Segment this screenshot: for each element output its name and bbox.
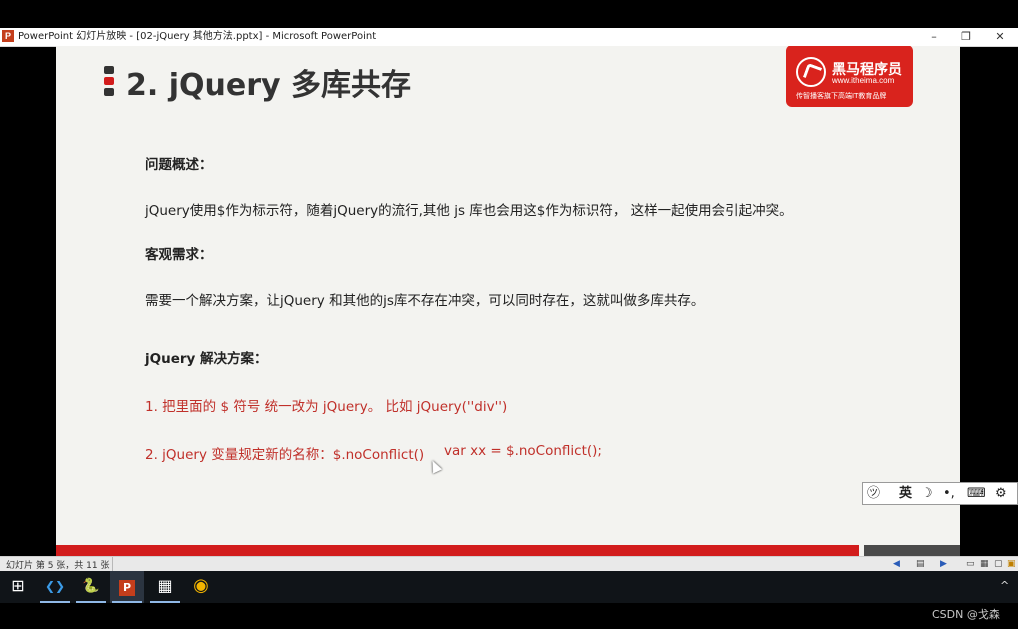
horse-logo-icon	[796, 57, 826, 87]
tray-overflow-icon[interactable]: ^	[1000, 579, 1009, 592]
powerpoint-app-icon: P	[2, 30, 14, 42]
window-title: PowerPoint 幻灯片放映 - [02-jQuery 其他方法.pptx]…	[18, 31, 377, 42]
problem-text: jQuery使用$作为标示符，随着jQuery的流行,其他 js 库也会用这$作…	[145, 203, 793, 219]
restore-button[interactable]: ❐	[952, 29, 980, 45]
need-text: 需要一个解决方案，让jQuery 和其他的js库不存在冲突，可以同时存在，这就叫…	[145, 293, 705, 309]
powerpoint-icon[interactable]: P	[110, 571, 144, 603]
vscode-glyph: ❮❯	[44, 579, 66, 593]
title-bullet-icon	[104, 66, 114, 100]
app-icon[interactable]: ▦	[148, 571, 182, 603]
slide-footer-gray-bar	[864, 545, 960, 556]
mouse-cursor-icon	[427, 458, 443, 474]
previous-slide-icon[interactable]: ◀	[893, 559, 900, 570]
status-bar: 幻灯片 第 5 张，共 11 张 ◀ ▤ ▶ ▭ ▦ ▢ ▣	[0, 556, 1018, 572]
solution-heading: jQuery 解决方案：	[145, 351, 268, 367]
reading-view-icon[interactable]: ▢	[994, 559, 1003, 570]
slide-menu-icon[interactable]: ▤	[916, 559, 925, 570]
ime-halfwidth-icon[interactable]: ☽	[921, 485, 933, 502]
powerpoint-glyph: P	[119, 580, 135, 596]
slide[interactable]: 2. jQuery 多库共存 黑马程序员 www.itheima.com 传智播…	[56, 46, 960, 556]
solution-2: 2. jQuery 变量规定新的名称：$.noConflict()	[145, 447, 425, 463]
minimize-button[interactable]: –	[920, 29, 948, 45]
next-slide-icon[interactable]: ▶	[940, 559, 947, 570]
ime-toolbar[interactable]: ㋡ 英 ☽ •, ⌨ ⚙	[862, 482, 1018, 505]
normal-view-icon[interactable]: ▭	[966, 559, 975, 570]
itheima-logo: 黑马程序员 www.itheima.com 传智播客旗下高端IT教育品牌	[786, 46, 913, 107]
slide-title: 2. jQuery 多库共存	[126, 68, 411, 103]
taskbar: ⊞ ❮❯ 🐍 P ▦ ◉ ^	[0, 571, 1018, 603]
vscode-icon[interactable]: ❮❯	[38, 571, 72, 603]
python-glyph: 🐍	[82, 578, 100, 594]
logo-slogan: 传智播客旗下高端IT教育品牌	[796, 92, 887, 100]
ime-logo-icon[interactable]: ㋡	[867, 485, 880, 502]
problem-heading: 问题概述：	[145, 157, 213, 173]
slideshow-view-icon[interactable]: ▣	[1007, 559, 1016, 570]
ime-language-toggle[interactable]: 英	[899, 485, 912, 502]
logo-url: www.itheima.com	[832, 76, 895, 85]
slide-counter: 幻灯片 第 5 张，共 11 张	[6, 561, 110, 571]
slide-sorter-icon[interactable]: ▦	[980, 559, 989, 570]
chrome-icon[interactable]: ◉	[184, 571, 218, 603]
solution-2-code: var xx = $.noConflict();	[444, 443, 602, 459]
window-title-bar: P PowerPoint 幻灯片放映 - [02-jQuery 其他方法.ppt…	[0, 28, 1018, 47]
need-heading: 客观需求：	[145, 247, 213, 263]
watermark: CSDN @戈森	[932, 608, 1000, 621]
python-icon[interactable]: 🐍	[74, 571, 108, 603]
windows-start-icon[interactable]: ⊞	[1, 571, 35, 603]
ime-settings-icon[interactable]: ⚙	[995, 485, 1007, 502]
close-button[interactable]: ✕	[986, 29, 1014, 45]
app-glyph: ▦	[157, 576, 173, 595]
solution-1: 1. 把里面的 $ 符号 统一改为 jQuery。 比如 jQuery(''di…	[145, 399, 508, 415]
status-divider	[112, 557, 113, 571]
slide-footer-red-bar	[56, 545, 859, 556]
ime-punctuation-icon[interactable]: •,	[943, 485, 955, 502]
ime-keyboard-icon[interactable]: ⌨	[967, 485, 986, 502]
